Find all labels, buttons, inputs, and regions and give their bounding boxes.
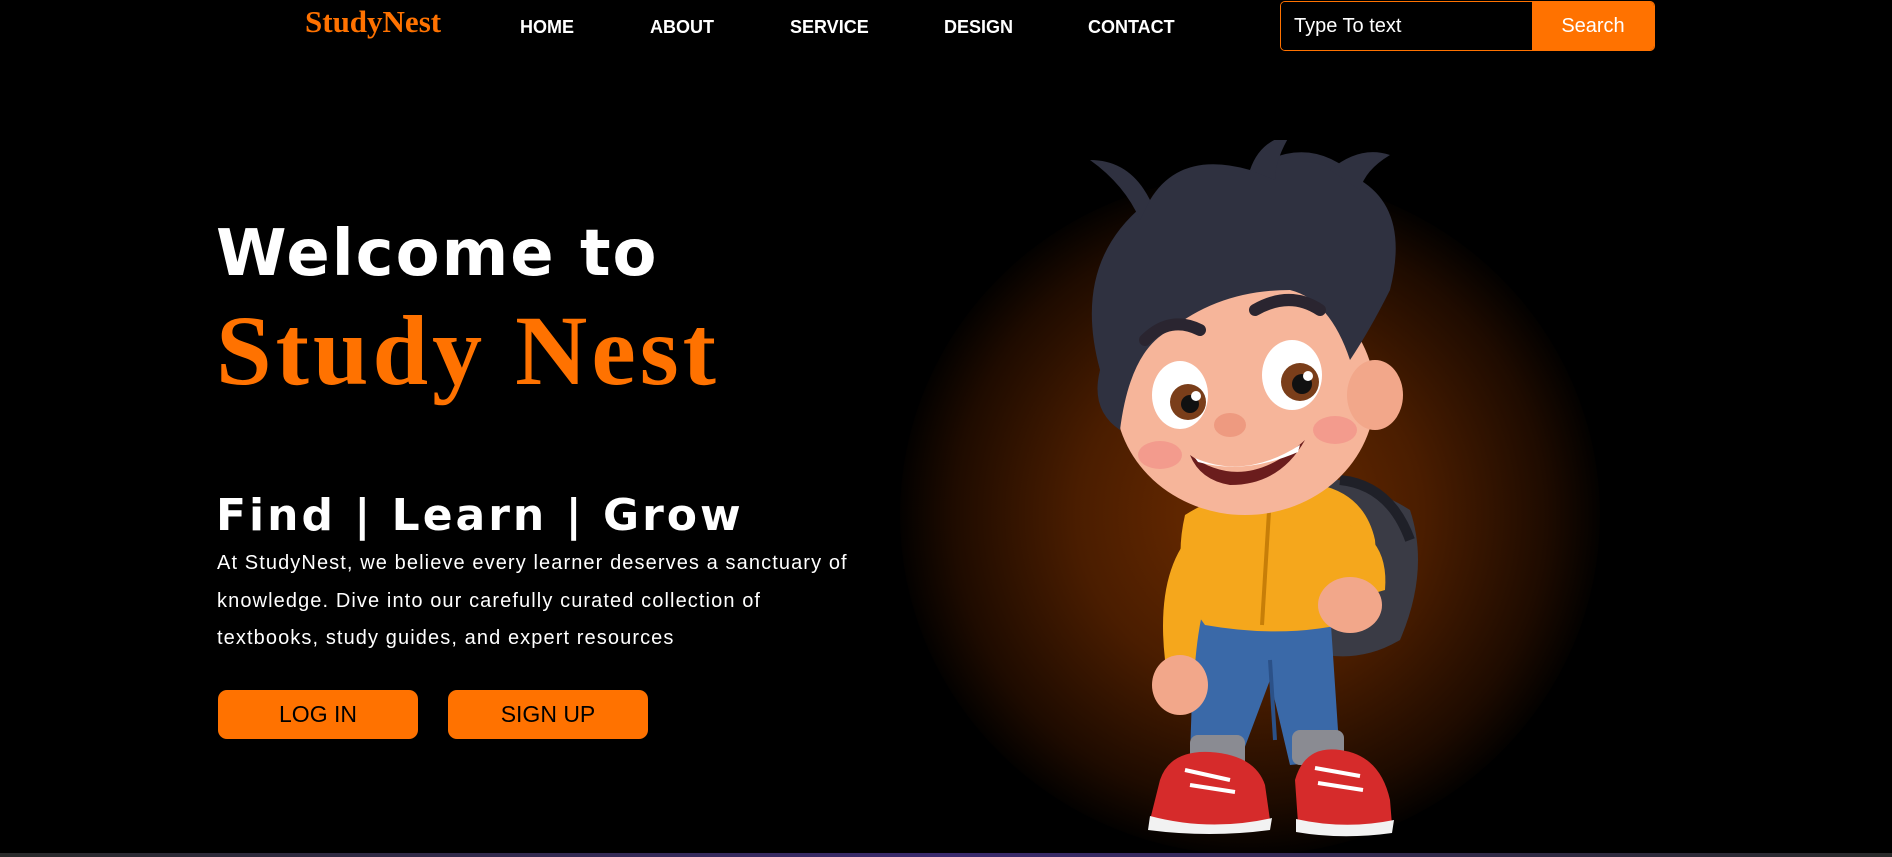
nav-home[interactable]: HOME [520,17,574,38]
search-input[interactable] [1281,2,1532,50]
nav-design[interactable]: DESIGN [944,17,1013,38]
nav-about[interactable]: ABOUT [650,17,714,38]
signup-button[interactable]: SIGN UP [448,690,648,739]
nav-contact[interactable]: CONTACT [1088,17,1175,38]
search-button[interactable]: Search [1532,2,1654,50]
hero-description: At StudyNest, we believe every learner d… [217,552,848,649]
hero-tagline: Find | Learn | Grow [216,490,744,541]
hero-brand-title: Study Nest [216,295,720,406]
search-bar: Search [1280,1,1655,51]
login-button[interactable]: LOG IN [218,690,418,739]
nav-service[interactable]: SERVICE [790,17,869,38]
hero-welcome-heading: Welcome to [216,217,659,291]
cartoon-boy-with-backpack-icon [1090,140,1418,837]
bottom-divider [0,853,1892,857]
